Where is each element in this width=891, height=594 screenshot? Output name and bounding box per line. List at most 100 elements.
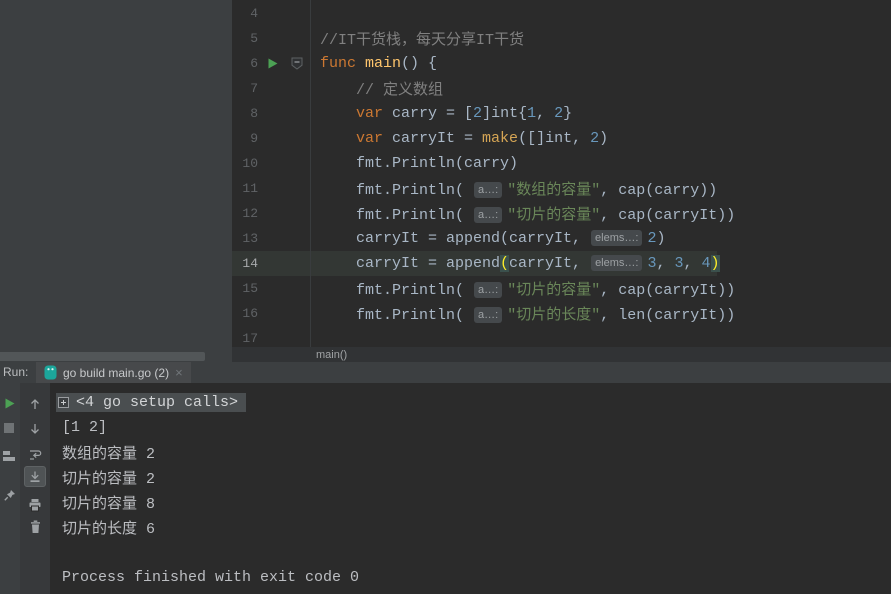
code-line[interactable]: 7 // 定义数组 (232, 76, 891, 101)
code-line[interactable]: 17 (232, 326, 891, 347)
line-number[interactable]: 17 (232, 331, 258, 346)
plus-box-icon[interactable] (58, 397, 69, 408)
console-line: 切片的容量 2 (62, 465, 891, 490)
console-line: 切片的长度 6 (62, 515, 891, 540)
code-text: var carry = [2]int{1, 2} (310, 105, 572, 122)
parameter-hint: elems…: (591, 255, 642, 271)
code-token: fmt.Println( (320, 182, 473, 199)
parameter-hint: elems…: (591, 230, 642, 246)
arrow-up-icon (28, 397, 42, 411)
code-text: carryIt = append(carryIt, elems…:3, 3, 4… (310, 255, 720, 272)
code-line[interactable]: 13 carryIt = append(carryIt, elems…:2) (232, 226, 891, 251)
console-actions-toolbar (20, 383, 50, 594)
restore-layout-button[interactable] (1, 447, 17, 463)
code-line[interactable]: 5 //IT干货栈，每天分享IT干货 (232, 26, 891, 51)
close-icon[interactable]: × (175, 362, 183, 383)
rerun-button[interactable] (1, 395, 17, 411)
gutter-icons (258, 76, 310, 101)
run-toolwindow-header: Run: go build main.go (2) × (0, 362, 891, 383)
console-line: 数组的容量 2 (62, 440, 891, 465)
code-token: "切片的容量" (507, 207, 600, 224)
code-text: //IT干货栈，每天分享IT干货 (310, 28, 524, 49)
code-token: ) (599, 130, 608, 147)
code-token: carryIt = (392, 130, 482, 147)
line-number[interactable]: 15 (232, 281, 258, 296)
code-token: fmt.Println( (320, 282, 473, 299)
parameter-hint: a…: (474, 307, 502, 323)
run-label: Run: (3, 362, 28, 383)
soft-wrap-button[interactable] (27, 447, 43, 463)
code-text: func main() { (310, 55, 437, 72)
code-line[interactable]: 6 func main() { (232, 51, 891, 76)
gutter-icons (258, 276, 310, 301)
code-token: var (356, 130, 392, 147)
line-number[interactable]: 5 (232, 31, 258, 46)
fold-minus-icon[interactable] (291, 57, 303, 70)
code-token: carry = [ (392, 105, 473, 122)
pin-tab-button[interactable] (1, 487, 17, 503)
code-line[interactable]: 14 carryIt = append(carryIt, elems…:3, 3… (232, 251, 891, 276)
prev-occurrence-button[interactable] (27, 396, 43, 412)
code-line[interactable]: 10 fmt.Println(carry) (232, 151, 891, 176)
line-number[interactable]: 8 (232, 106, 258, 121)
gutter-icons (258, 326, 310, 347)
line-number[interactable]: 9 (232, 131, 258, 146)
soft-wrap-icon (28, 448, 42, 462)
folded-output-toggle[interactable]: <4 go setup calls> (56, 393, 246, 412)
code-line[interactable]: 9 var carryIt = make([]int, 2) (232, 126, 891, 151)
parameter-hint: a…: (474, 182, 502, 198)
line-number[interactable]: 13 (232, 231, 258, 246)
code-text: fmt.Println( a…:"切片的长度", len(carryIt)) (310, 303, 735, 324)
code-line[interactable]: 12 fmt.Println( a…:"切片的容量", cap(carryIt)… (232, 201, 891, 226)
gutter-icons (258, 51, 310, 76)
trash-icon (29, 520, 42, 534)
code-text: fmt.Println(carry) (310, 155, 518, 172)
run-actions-toolbar (0, 383, 20, 594)
line-number[interactable]: 12 (232, 206, 258, 221)
gutter-icons (258, 26, 310, 51)
code-token: 3 (675, 255, 684, 272)
line-number[interactable]: 6 (232, 56, 258, 71)
gutter-icons (258, 176, 310, 201)
code-text: fmt.Println( a…:"数组的容量", cap(carry)) (310, 178, 717, 199)
code-editor[interactable]: 4 5 //IT干货栈，每天分享IT干货 6 func main() { 7 // 定义数… (232, 0, 891, 347)
line-number[interactable]: 4 (232, 6, 258, 21)
line-number[interactable]: 10 (232, 156, 258, 171)
gutter-icons (258, 201, 310, 226)
code-token: fmt.Println(carry) (320, 155, 518, 172)
line-number[interactable]: 16 (232, 306, 258, 321)
console-output[interactable]: <4 go setup calls> [1 2]数组的容量 2切片的容量 2 切片的… (50, 383, 891, 594)
code-line[interactable]: 16 fmt.Println( a…:"切片的长度", len(carryIt)… (232, 301, 891, 326)
scroll-to-end-button[interactable] (24, 466, 46, 487)
run-icon[interactable] (266, 57, 279, 70)
code-line[interactable]: 11 fmt.Println( a…:"数组的容量", cap(carry)) (232, 176, 891, 201)
project-panel (0, 0, 232, 362)
code-token: ( (500, 255, 509, 272)
code-token: fmt.Println( (320, 207, 473, 224)
code-token: , (684, 255, 702, 272)
console-line (62, 540, 891, 565)
code-token: carryIt = append (320, 255, 500, 272)
line-number[interactable]: 14 (232, 256, 258, 271)
run-tab[interactable]: go build main.go (2) × (36, 362, 191, 383)
clear-all-button[interactable] (27, 519, 43, 535)
ide-window: 4 5 //IT干货栈，每天分享IT干货 6 func main() { 7 // 定义数… (0, 0, 891, 594)
stop-icon (3, 422, 15, 434)
code-token: main (365, 55, 401, 72)
print-button[interactable] (27, 497, 43, 513)
line-number[interactable]: 7 (232, 81, 258, 96)
run-tab-title: go build main.go (2) (63, 366, 169, 380)
code-line[interactable]: 15 fmt.Println( a…:"切片的容量", cap(carryIt)… (232, 276, 891, 301)
stop-button[interactable] (1, 420, 17, 436)
horizontal-scrollbar-thumb[interactable] (0, 352, 205, 361)
next-occurrence-button[interactable] (27, 421, 43, 437)
console-line: [1 2] (62, 415, 891, 440)
code-token: , cap(carryIt)) (600, 207, 735, 224)
code-token: , cap(carry)) (600, 182, 717, 199)
code-token: // 定义数组 (320, 82, 443, 99)
line-number[interactable]: 11 (232, 181, 258, 196)
code-line[interactable]: 8 var carry = [2]int{1, 2} (232, 101, 891, 126)
breadcrumb-item[interactable]: main() (316, 349, 347, 361)
code-token: //IT干货栈，每天分享IT干货 (320, 32, 524, 49)
code-line[interactable]: 4 (232, 1, 891, 26)
